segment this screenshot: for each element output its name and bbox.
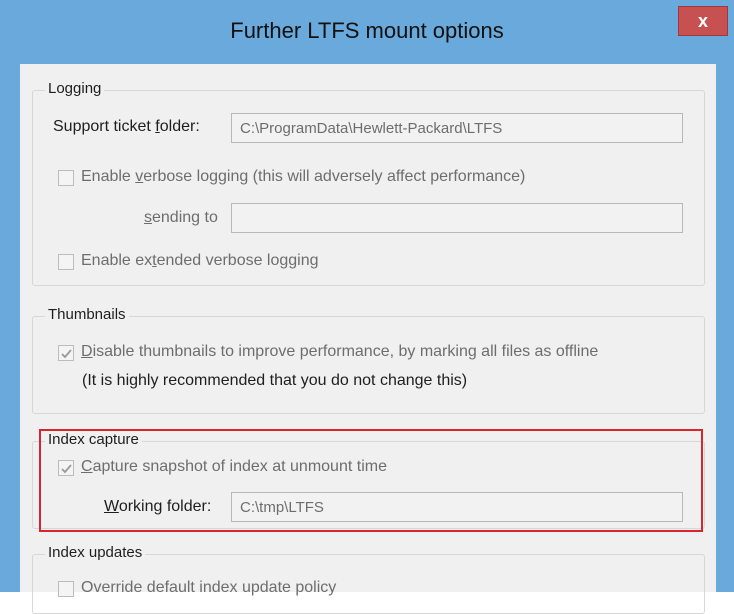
capture-snapshot-checkbox[interactable]: [58, 460, 74, 476]
logging-group: Logging Support ticket folder: Enable ve…: [32, 80, 705, 286]
extended-verbose-logging-label: Enable extended verbose logging: [81, 252, 319, 269]
thumbnails-group: Thumbnails Disable thumbnails to improve…: [32, 306, 705, 414]
logging-legend: Logging: [45, 80, 105, 97]
thumbnails-legend: Thumbnails: [45, 306, 129, 323]
dialog-window: Further LTFS mount options x Logging Sup…: [0, 0, 734, 614]
working-folder-input[interactable]: [231, 492, 683, 522]
sending-to-label: sending to: [144, 209, 218, 226]
support-ticket-folder-input[interactable]: [231, 113, 683, 143]
index-updates-group: Index updates Override default index upd…: [32, 544, 705, 614]
verbose-logging-label: Enable verbose logging (this will advers…: [81, 168, 526, 185]
index-capture-group: Index capture Capture snapshot of index …: [32, 431, 705, 529]
title-bar[interactable]: Further LTFS mount options x: [0, 0, 734, 64]
dialog-body: Logging Support ticket folder: Enable ve…: [20, 64, 716, 614]
dialog-title: Further LTFS mount options: [230, 18, 504, 43]
thumbnails-note: (It is highly recommended that you do no…: [82, 372, 468, 389]
checkmark-icon: [60, 348, 72, 358]
sending-to-input[interactable]: [231, 203, 683, 233]
checkmark-icon: [60, 463, 72, 473]
index-updates-legend: Index updates: [45, 544, 146, 561]
close-icon: x: [697, 10, 708, 31]
extended-verbose-logging-checkbox[interactable]: [58, 254, 74, 270]
disable-thumbnails-checkbox[interactable]: [58, 345, 74, 361]
override-update-policy-label: Override default index update policy: [81, 579, 337, 596]
close-button[interactable]: x: [678, 6, 728, 36]
verbose-logging-checkbox[interactable]: [58, 170, 74, 186]
override-update-policy-checkbox[interactable]: [58, 581, 74, 597]
disable-thumbnails-label: Disable thumbnails to improve performanc…: [81, 343, 599, 360]
support-ticket-label: Support ticket folder:: [53, 118, 200, 135]
index-capture-legend: Index capture: [45, 431, 142, 448]
working-folder-label: Working folder:: [104, 498, 212, 515]
capture-snapshot-label: Capture snapshot of index at unmount tim…: [81, 458, 387, 475]
